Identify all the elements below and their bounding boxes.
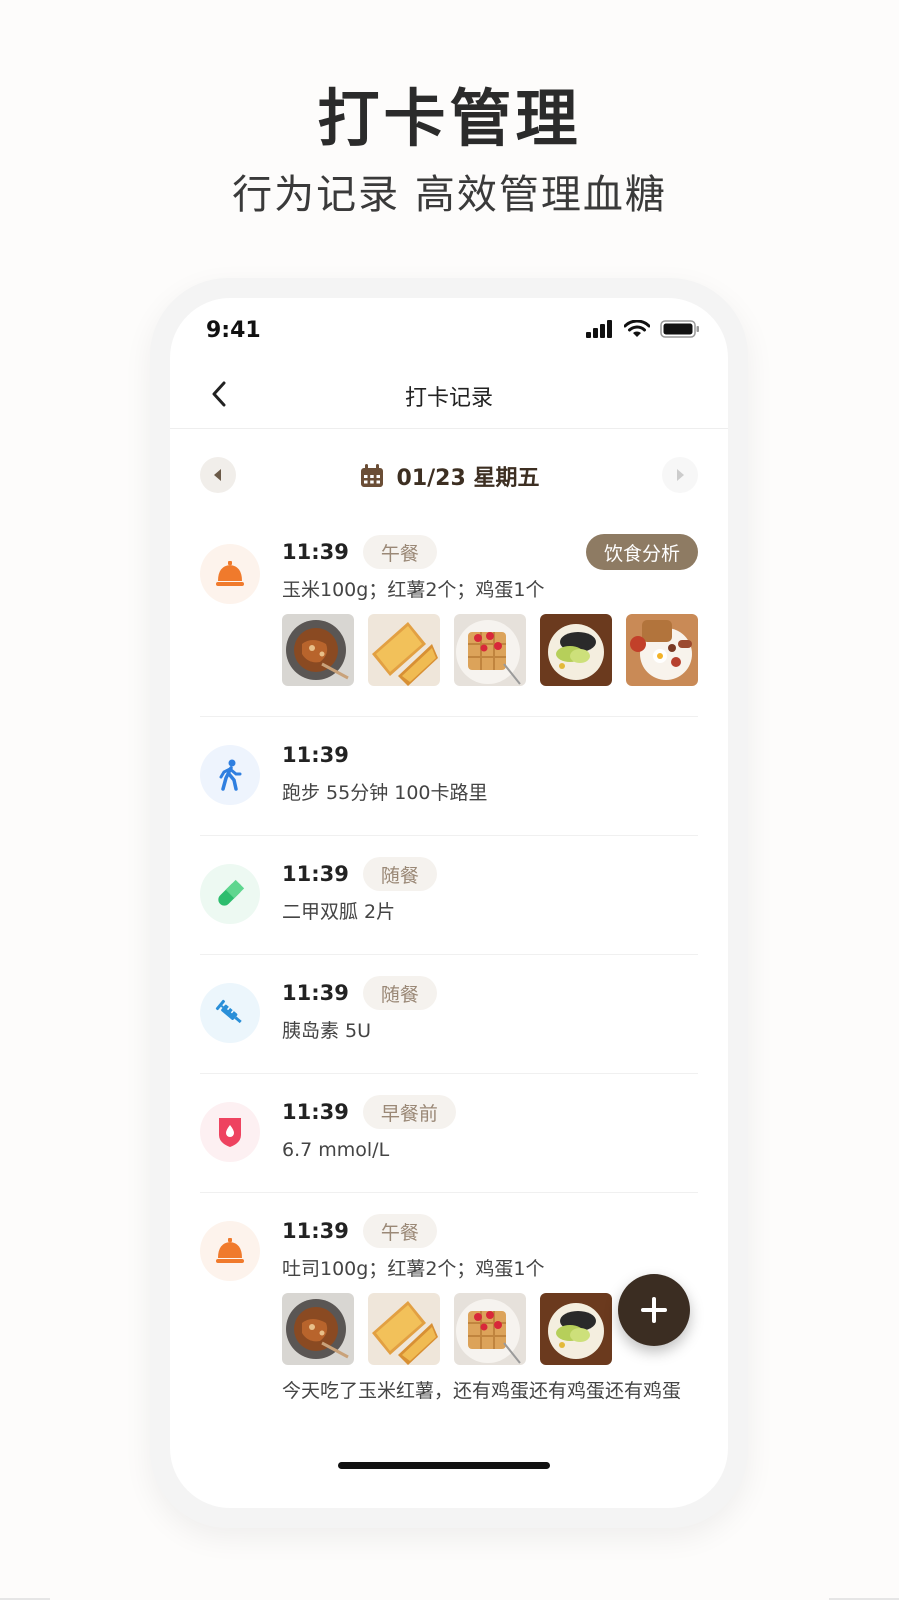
entry-header: 11:39 午餐 bbox=[282, 1213, 698, 1249]
walking-person-icon bbox=[200, 745, 260, 805]
food-cloche-icon bbox=[200, 544, 260, 604]
promo-title: 打卡管理 bbox=[317, 82, 582, 155]
photo-strip bbox=[282, 614, 698, 686]
avocado-plate-photo[interactable] bbox=[540, 1293, 612, 1365]
list-item[interactable]: 11:39 随餐 二甲双胍 2片 bbox=[200, 836, 698, 955]
calendar-icon bbox=[360, 464, 383, 487]
phone-screen: 9:41 打卡记录 01/23 星期五 11:39 午餐 饮食分析 玉米100g… bbox=[170, 298, 728, 1508]
meal-tag: 午餐 bbox=[362, 535, 437, 569]
list-item[interactable]: 11:39 跑步 55分钟 100卡路里 bbox=[200, 717, 698, 836]
entry-content: 11:39 随餐 二甲双胍 2片 bbox=[282, 856, 698, 926]
entry-content: 11:39 午餐 饮食分析 玉米100g；红薯2个；鸡蛋1个 bbox=[282, 534, 698, 686]
entry-description: 胰岛素 5U bbox=[282, 1020, 372, 1042]
timing-tag: 早餐前 bbox=[362, 1095, 456, 1129]
pill-capsule-icon bbox=[200, 864, 260, 924]
status-bar: 9:41 bbox=[170, 298, 728, 358]
home-indicator bbox=[338, 1462, 550, 1469]
entry-content: 11:39 随餐 胰岛素 5U bbox=[282, 975, 698, 1045]
meal-tag: 午餐 bbox=[362, 1214, 437, 1248]
entry-time: 11:39 bbox=[282, 1219, 349, 1243]
entry-content: 11:39 跑步 55分钟 100卡路里 bbox=[282, 737, 698, 807]
toast-sandwich-photo[interactable] bbox=[368, 1293, 440, 1365]
signal-icon bbox=[586, 320, 612, 338]
entry-description: 跑步 55分钟 100卡路里 bbox=[282, 782, 488, 804]
noodle-plate-photo[interactable] bbox=[282, 1293, 354, 1365]
entry-header: 11:39 bbox=[282, 737, 698, 773]
timing-tag: 随餐 bbox=[362, 857, 437, 891]
entry-time: 11:39 bbox=[282, 862, 349, 886]
entry-time: 11:39 bbox=[282, 540, 349, 564]
entry-content: 11:39 早餐前 6.7 mmol/L bbox=[282, 1094, 698, 1164]
wifi-icon bbox=[624, 320, 650, 337]
syringe-icon bbox=[200, 983, 260, 1043]
toast-sandwich-photo[interactable] bbox=[368, 614, 440, 686]
entry-note: 今天吃了玉米红薯，还有鸡蛋还有鸡蛋还有鸡蛋 bbox=[282, 1380, 682, 1402]
blood-drop-icon bbox=[200, 1102, 260, 1162]
waffle-photo[interactable] bbox=[454, 614, 526, 686]
navbar: 打卡记录 bbox=[170, 360, 728, 429]
list-item[interactable]: 11:39 随餐 胰岛素 5U bbox=[200, 955, 698, 1074]
date-selector: 01/23 星期五 bbox=[200, 456, 698, 494]
date-display[interactable]: 01/23 星期五 bbox=[200, 460, 698, 492]
next-day-button[interactable] bbox=[662, 457, 698, 493]
battery-icon bbox=[660, 320, 699, 338]
entry-header: 11:39 随餐 bbox=[282, 975, 698, 1011]
breakfast-platter-photo[interactable] bbox=[626, 614, 698, 686]
promo-subtitle: 行为记录 高效管理血糖 bbox=[232, 172, 667, 218]
entry-header: 11:39 早餐前 bbox=[282, 1094, 698, 1130]
page-title: 打卡记录 bbox=[404, 386, 493, 411]
list-item[interactable]: 11:39 早餐前 6.7 mmol/L bbox=[200, 1074, 698, 1193]
entry-time: 11:39 bbox=[282, 1100, 349, 1124]
entry-description: 玉米100g；红薯2个；鸡蛋1个 bbox=[282, 579, 545, 601]
diet-analysis-button[interactable]: 饮食分析 bbox=[585, 534, 698, 570]
avocado-plate-photo[interactable] bbox=[540, 614, 612, 686]
status-time: 9:41 bbox=[206, 318, 261, 343]
entry-header: 11:39 随餐 bbox=[282, 856, 698, 892]
entry-description: 6.7 mmol/L bbox=[282, 1139, 390, 1161]
add-record-button[interactable] bbox=[618, 1274, 690, 1346]
date-text: 01/23 星期五 bbox=[396, 466, 540, 491]
entry-time: 11:39 bbox=[282, 743, 349, 767]
food-cloche-icon bbox=[200, 1221, 260, 1281]
waffle-photo[interactable] bbox=[454, 1293, 526, 1365]
entry-header: 11:39 午餐 饮食分析 bbox=[282, 534, 698, 570]
noodle-plate-photo[interactable] bbox=[282, 614, 354, 686]
list-item[interactable]: 11:39 午餐 饮食分析 玉米100g；红薯2个；鸡蛋1个 bbox=[200, 528, 698, 717]
entry-time: 11:39 bbox=[282, 981, 349, 1005]
caret-right-icon bbox=[677, 469, 684, 481]
entry-description: 二甲双胍 2片 bbox=[282, 901, 396, 923]
timing-tag: 随餐 bbox=[362, 976, 437, 1010]
plus-icon bbox=[641, 1297, 667, 1323]
status-icons bbox=[586, 320, 700, 338]
